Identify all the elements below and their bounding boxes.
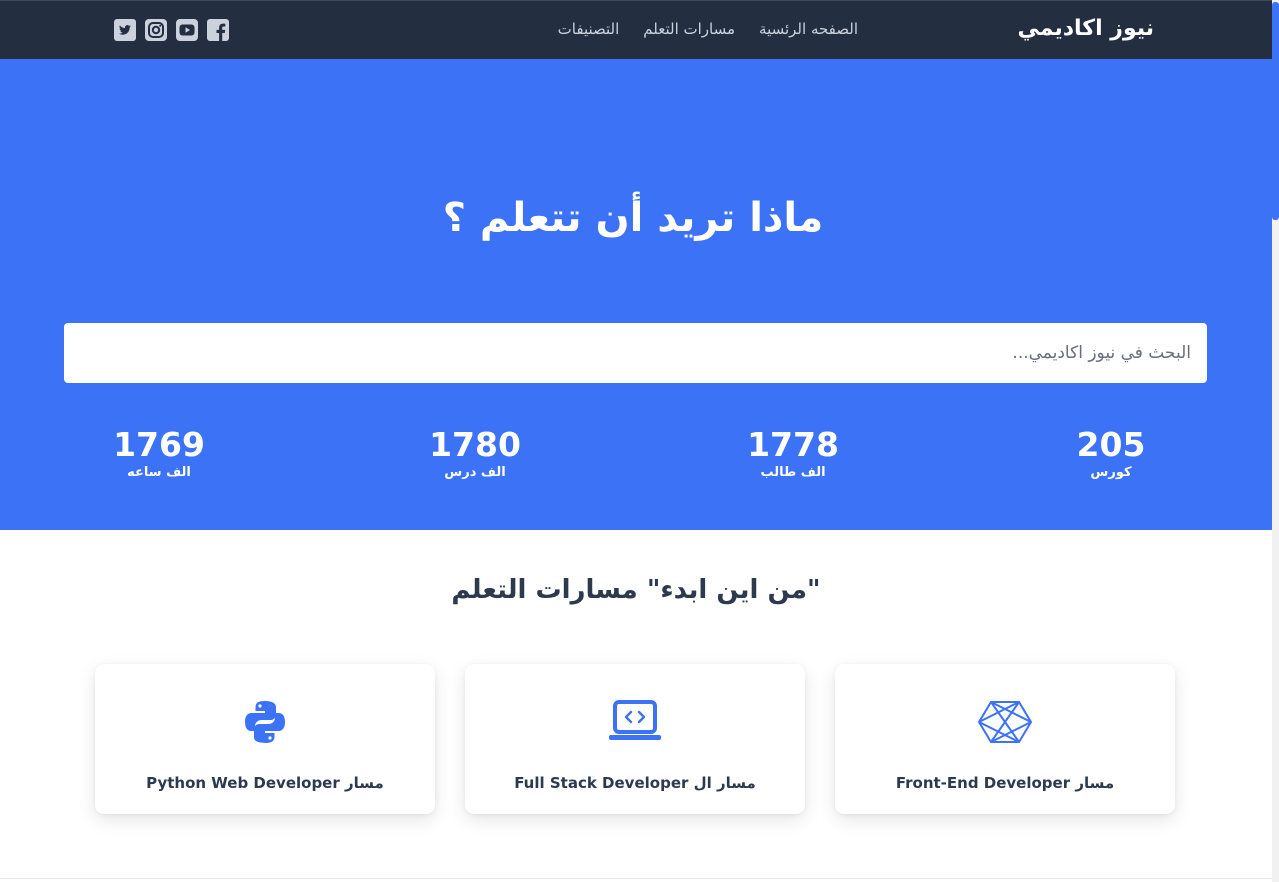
laptop-code-icon	[607, 698, 663, 746]
twitter-icon[interactable]	[114, 19, 136, 41]
stat-hours: 1769 الف ساعه	[79, 425, 239, 481]
python-icon	[237, 698, 293, 746]
scrollbar-thumb[interactable]	[1272, 2, 1279, 220]
stat-value: 1778	[747, 425, 839, 464]
facebook-icon[interactable]	[207, 19, 229, 41]
nav-link-home[interactable]: الصفحه الرئسية	[759, 20, 858, 38]
path-card-python[interactable]: مسار Python Web Developer	[95, 664, 435, 814]
stat-label: الف طالب	[760, 465, 826, 480]
stat-courses: 205 كورس	[1031, 425, 1191, 481]
card-label: مسار ال Full Stack Developer	[514, 774, 756, 792]
youtube-icon[interactable]	[176, 19, 198, 41]
nav-link-categories[interactable]: التصنيفات	[558, 20, 620, 38]
instagram-icon[interactable]	[145, 19, 167, 41]
html-cube-icon	[977, 698, 1033, 746]
page-scrollbar[interactable]	[1272, 0, 1279, 882]
search-input[interactable]	[64, 323, 1207, 383]
section-divider	[0, 878, 1272, 879]
card-label: مسار Python Web Developer	[146, 774, 384, 792]
stat-label: كورس	[1090, 465, 1132, 480]
hero-section: ماذا تريد أن تتعلم ؟ 205 كورس 1778 الف ط…	[0, 59, 1272, 530]
social-links	[114, 19, 229, 41]
stat-label: الف ساعه	[127, 465, 191, 480]
card-label: مسار Front-End Developer	[895, 774, 1115, 792]
stat-value: 1769	[113, 425, 205, 464]
stat-value: 1780	[429, 425, 521, 464]
path-card-full-stack[interactable]: مسار ال Full Stack Developer	[465, 664, 805, 814]
stat-students: 1778 الف طالب	[713, 425, 873, 481]
stat-lessons: 1780 الف درس	[395, 425, 555, 481]
stat-label: الف درس	[444, 465, 506, 480]
hero-title: ماذا تريد أن تتعلم ؟	[442, 195, 824, 241]
nav-links: الصفحه الرئسية مسارات التعلم التصنيفات	[558, 20, 858, 38]
stat-value: 205	[1076, 425, 1146, 464]
path-card-front-end[interactable]: مسار Front-End Developer	[835, 664, 1175, 814]
top-navbar: نيوز اكاديمي الصفحه الرئسية مسارات التعل…	[0, 0, 1272, 59]
brand-logo[interactable]: نيوز اكاديمي	[1017, 16, 1154, 41]
nav-link-learning-paths[interactable]: مسارات التعلم	[643, 20, 735, 38]
section-title: "من اين ابدء" مسارات التعلم	[451, 575, 821, 605]
